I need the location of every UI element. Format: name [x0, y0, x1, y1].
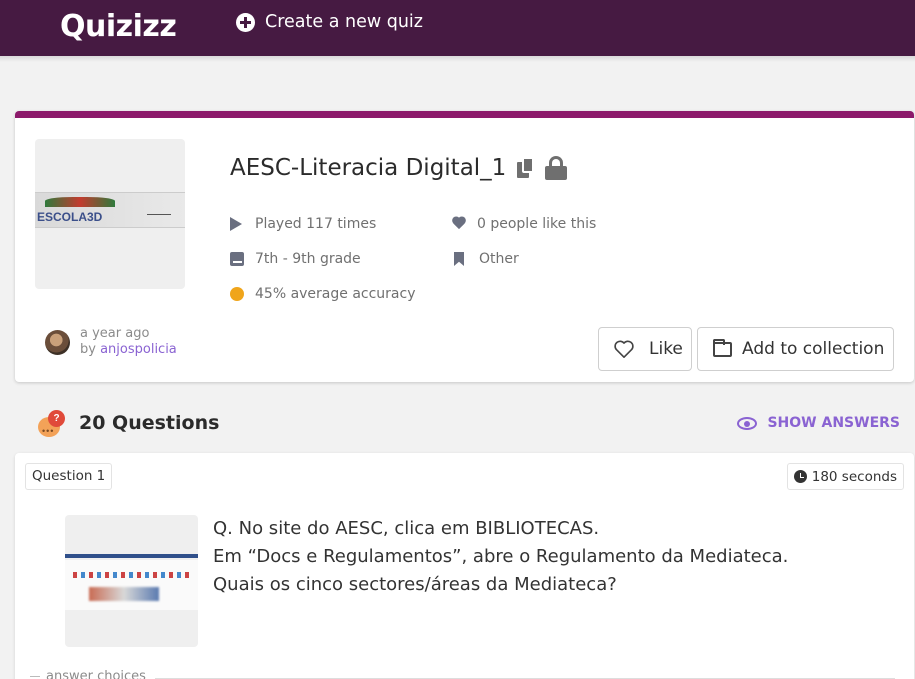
author-info: a year ago by anjospolicia: [45, 326, 177, 358]
folder-icon: [713, 338, 732, 357]
accuracy-text: 45% average accuracy: [255, 286, 416, 302]
copy-icon[interactable]: [517, 157, 535, 179]
heart-icon: [452, 217, 466, 231]
collection-label: Add to collection: [742, 339, 885, 359]
question-line: Q. No site do AESC, clica em BIBLIOTECAS…: [213, 518, 600, 539]
add-to-collection-button[interactable]: Add to collection: [697, 327, 894, 371]
thumbnail-brand: ESCOLA3D: [37, 210, 103, 224]
created-time: a year ago: [80, 326, 150, 341]
question-line: Quais os cinco sectores/áreas da Mediate…: [213, 574, 617, 595]
eye-icon: [737, 416, 758, 430]
time-text: 180 seconds: [811, 468, 897, 485]
banner-arrow: [147, 214, 171, 219]
answer-choices-label: answer choices: [30, 669, 146, 679]
time-badge: 180 seconds: [786, 463, 904, 490]
likes-count: 0 people like this: [452, 216, 596, 232]
thumbnail-banner: ESCOLA3D: [35, 192, 185, 228]
top-navbar: Quizizz Create a new quiz: [0, 0, 915, 56]
grade-level: 7th - 9th grade: [230, 251, 361, 267]
grade-text: 7th - 9th grade: [255, 251, 361, 267]
like-label: Like: [649, 339, 683, 359]
question-card: Question 1 180 seconds Q. No site do AES…: [15, 453, 914, 679]
accuracy: 45% average accuracy: [230, 286, 416, 302]
quiz-title: AESC-Literacia Digital_1: [230, 155, 507, 181]
show-answers-button[interactable]: SHOW ANSWERS: [737, 415, 900, 431]
avatar[interactable]: [45, 329, 70, 355]
heart-outline-icon: [614, 340, 634, 358]
chat-bubble-icon: •••?: [38, 410, 68, 438]
subject-text: Other: [479, 251, 519, 267]
create-quiz-label: Create a new quiz: [265, 12, 423, 32]
questions-count: 20 Questions: [79, 412, 220, 434]
by-prefix: by: [80, 342, 101, 357]
likes-text: 0 people like this: [477, 216, 597, 232]
show-answers-label: SHOW ANSWERS: [767, 415, 900, 431]
questions-header: •••? 20 Questions SHOW ANSWERS: [38, 410, 900, 440]
accuracy-dot-icon: [230, 287, 244, 301]
author-link[interactable]: anjospolicia: [100, 342, 177, 357]
played-text: Played 117 times: [255, 216, 377, 232]
subject: Other: [454, 251, 519, 267]
quiz-thumbnail: ESCOLA3D: [35, 139, 185, 289]
create-quiz-button[interactable]: Create a new quiz: [236, 8, 423, 36]
question-line: Em “Docs e Regulamentos”, abre o Regulam…: [213, 546, 789, 567]
quiz-info-card: ESCOLA3D AESC-Literacia Digital_1 Played…: [15, 111, 914, 382]
play-icon: [230, 217, 242, 231]
book-icon: [230, 252, 244, 266]
quiz-title-row: AESC-Literacia Digital_1: [230, 155, 568, 181]
like-button[interactable]: Like: [598, 327, 692, 371]
lock-icon: [545, 156, 568, 180]
question-text: Q. No site do AESC, clica em BIBLIOTECAS…: [213, 515, 788, 599]
question-number-badge: Question 1: [25, 463, 113, 490]
question-image[interactable]: [65, 515, 198, 647]
plus-circle-icon: [236, 12, 255, 32]
quizizz-logo[interactable]: Quizizz: [60, 8, 177, 44]
bookmark-icon: [454, 252, 464, 266]
banner-wave: [45, 197, 115, 207]
played-count: Played 117 times: [230, 216, 376, 232]
clock-icon: [793, 470, 807, 483]
navbar-shadow: [0, 56, 915, 62]
